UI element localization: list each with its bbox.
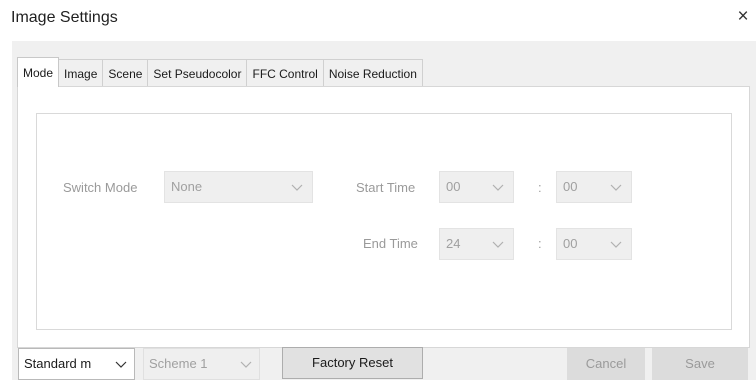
start-minute-value: 00 bbox=[563, 179, 578, 194]
start-time-label: Start Time bbox=[356, 180, 416, 195]
end-hour-select[interactable]: 24 bbox=[439, 228, 514, 260]
time-separator: : bbox=[538, 180, 542, 195]
switch-mode-label: Switch Mode bbox=[63, 180, 138, 195]
switch-mode-value: None bbox=[171, 179, 203, 194]
chevron-down-icon bbox=[609, 172, 623, 202]
time-separator: : bbox=[538, 236, 542, 251]
end-time-label: End Time bbox=[363, 236, 418, 251]
chevron-down-icon bbox=[290, 172, 304, 202]
tab-ffc-control[interactable]: FFC Control bbox=[246, 59, 324, 87]
preset-select[interactable]: Standard m bbox=[18, 348, 135, 380]
factory-reset-button[interactable]: Factory Reset bbox=[282, 347, 423, 379]
cancel-button[interactable]: Cancel bbox=[567, 348, 645, 380]
save-button[interactable]: Save bbox=[652, 348, 748, 380]
end-hour-value: 24 bbox=[446, 236, 461, 251]
switch-mode-select[interactable]: None bbox=[164, 171, 313, 203]
scheme-select[interactable]: Scheme 1 bbox=[143, 348, 260, 380]
start-hour-value: 00 bbox=[446, 179, 461, 194]
tab-set-pseudocolor[interactable]: Set Pseudocolor bbox=[147, 59, 248, 87]
scheme-value: Scheme 1 bbox=[149, 356, 208, 371]
tab-noise-reduction[interactable]: Noise Reduction bbox=[322, 59, 423, 87]
start-hour-select[interactable]: 00 bbox=[439, 171, 514, 203]
end-minute-select[interactable]: 00 bbox=[556, 228, 632, 260]
tab-image[interactable]: Image bbox=[58, 59, 104, 87]
close-icon[interactable]: × bbox=[734, 6, 752, 28]
chevron-down-icon bbox=[239, 349, 253, 379]
window-title: Image Settings bbox=[11, 9, 118, 26]
chevron-down-icon bbox=[491, 172, 505, 202]
tab-bar: Mode Image Scene Set Pseudocolor FFC Con… bbox=[17, 57, 423, 87]
chevron-down-icon bbox=[609, 229, 623, 259]
tab-mode[interactable]: Mode bbox=[17, 57, 60, 87]
tab-scene[interactable]: Scene bbox=[102, 59, 149, 87]
preset-value: Standard m bbox=[24, 356, 92, 371]
end-minute-value: 00 bbox=[563, 236, 578, 251]
start-minute-select[interactable]: 00 bbox=[556, 171, 632, 203]
chevron-down-icon bbox=[491, 229, 505, 259]
chevron-down-icon bbox=[114, 349, 128, 379]
mode-settings-group bbox=[36, 113, 732, 330]
